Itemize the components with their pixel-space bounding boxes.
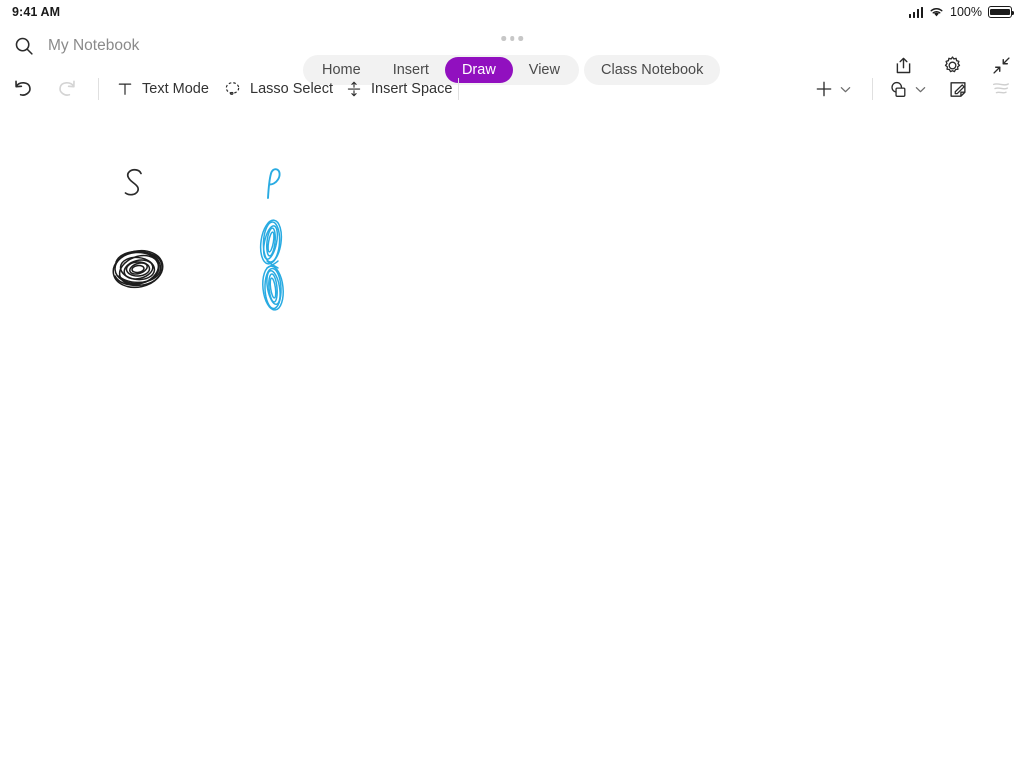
ink-letter-s[interactable]: [112, 162, 156, 206]
text-mode-button[interactable]: Text Mode: [116, 80, 209, 98]
status-time: 9:41 AM: [12, 5, 61, 19]
text-mode-icon: [118, 83, 132, 95]
battery-icon: [988, 6, 1015, 18]
status-bar: 9:41 AM 100%: [0, 0, 1024, 24]
note-canvas[interactable]: [0, 110, 1024, 768]
status-indicators: 100%: [908, 5, 1015, 19]
ink-scribble-figure8[interactable]: [250, 215, 296, 315]
text-mode-label: Text Mode: [142, 81, 209, 97]
chevron-down-icon: [915, 86, 926, 92]
app-header: My Notebook Home Insert Draw View Class …: [0, 24, 1024, 85]
lasso-select-button[interactable]: Lasso Select: [223, 80, 333, 99]
ink-to-text-button[interactable]: [947, 78, 969, 100]
redo-icon: [55, 78, 78, 101]
add-pen-button[interactable]: [814, 79, 851, 99]
chevron-down-icon: [840, 86, 851, 92]
ink-scribble-oval[interactable]: [104, 238, 174, 300]
ink-letter-p[interactable]: [256, 162, 296, 210]
header-left: My Notebook: [0, 35, 300, 57]
note-pencil-icon: [950, 82, 966, 97]
multitasking-handle[interactable]: [501, 36, 523, 41]
lasso-select-label: Lasso Select: [250, 81, 334, 97]
insert-space-label: Insert Space: [371, 81, 453, 97]
plus-icon: [816, 81, 832, 97]
undo-icon[interactable]: [12, 78, 35, 101]
document-title[interactable]: My Notebook: [48, 37, 139, 55]
cellular-signal-icon: [908, 6, 924, 18]
ink-replay-button: [990, 78, 1012, 100]
ink-to-shape-button[interactable]: [888, 79, 926, 100]
wifi-icon: [930, 8, 943, 17]
onenote-app-window: 9:41 AM 100% My Notebook Home Insert Dra…: [0, 0, 1024, 768]
search-icon[interactable]: [13, 35, 35, 57]
ink-replay-icon: [992, 83, 1010, 94]
shapes-icon: [891, 81, 906, 97]
insert-space-button[interactable]: Insert Space: [345, 79, 452, 99]
lasso-select-icon: [225, 81, 240, 95]
insert-space-icon: [347, 81, 361, 97]
draw-toolbar: Text Mode Lasso Select Insert Space: [0, 68, 1024, 179]
battery-percent-label: 100%: [950, 5, 982, 19]
